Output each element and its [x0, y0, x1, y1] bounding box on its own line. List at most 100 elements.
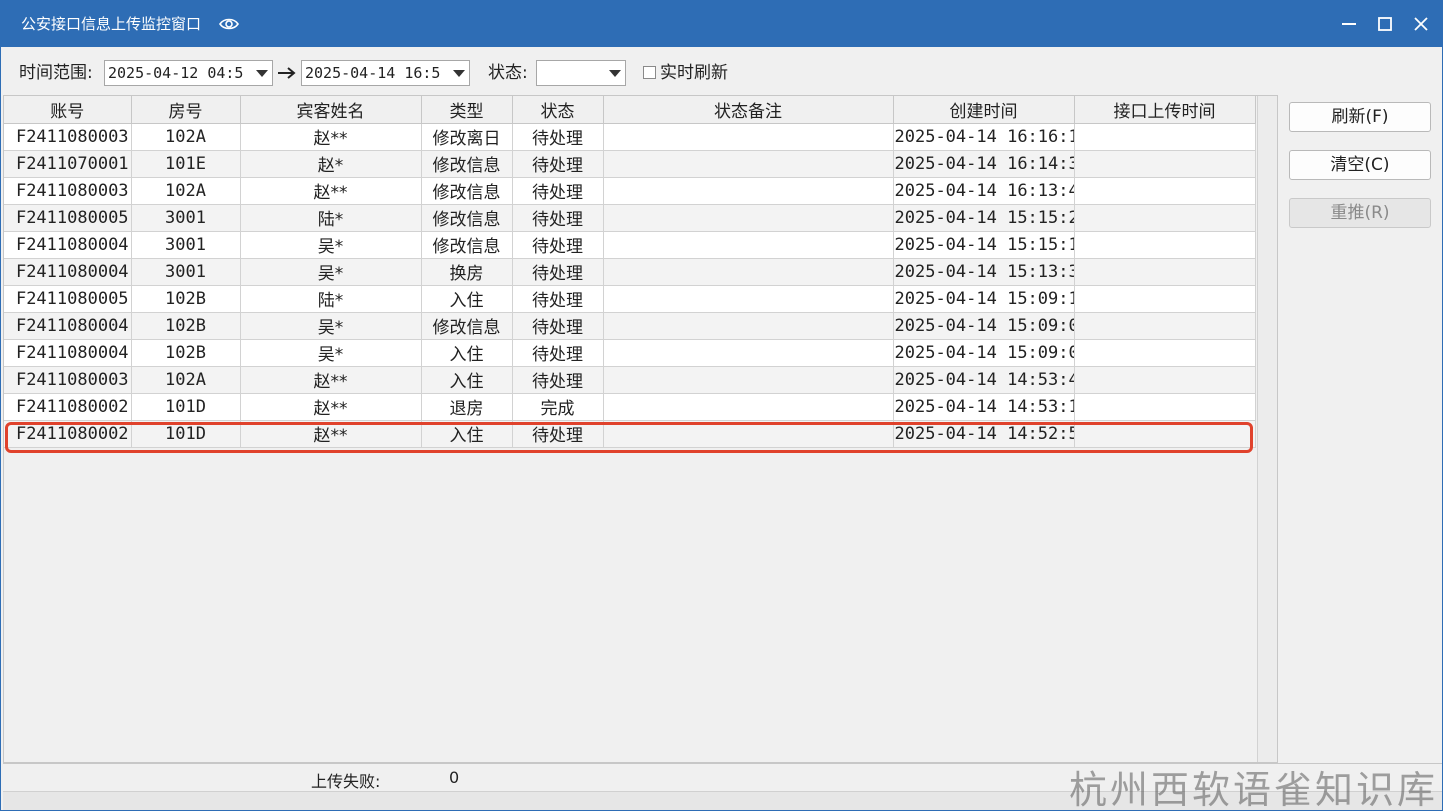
table-row[interactable]: F2411080003 102A 赵** 入住 待处理 2025-04-14 14:53:… [4, 366, 1256, 394]
table-row[interactable]: F2411080004 102B 吴* 修改信息 待处理 2025-04-14 15:09… [4, 312, 1256, 340]
cell-room: 102A [131, 123, 241, 151]
cell-type: 换房 [421, 258, 513, 286]
cell-account: F2411080003 [4, 366, 132, 394]
horizontal-scrollbar[interactable] [3, 791, 1442, 810]
chevron-down-icon[interactable] [609, 70, 621, 77]
cell-account: F2411080004 [4, 258, 132, 286]
cell-upload-time [1074, 150, 1256, 178]
cell-status: 待处理 [512, 123, 604, 151]
cell-created-time: 2025-04-14 14:53:42 [893, 366, 1075, 394]
chevron-down-icon[interactable] [453, 70, 465, 77]
time-range-label: 时间范围: [19, 63, 93, 83]
cell-account: F2411080005 [4, 204, 132, 232]
cell-upload-time [1074, 258, 1256, 286]
cell-status: 待处理 [512, 366, 604, 394]
cell-created-time: 2025-04-14 15:15:29 [893, 204, 1075, 232]
time-to-picker[interactable]: 2025-04-14 16:5 [301, 60, 470, 86]
table-row[interactable]: F2411080004 102B 吴* 入住 待处理 2025-04-14 15:09:0… [4, 339, 1256, 367]
cell-upload-time [1074, 123, 1256, 151]
cell-status: 待处理 [512, 285, 604, 313]
table-row[interactable]: F2411080004 3001 吴* 修改信息 待处理 2025-04-14 15:15… [4, 231, 1256, 259]
title-bar[interactable]: 公安接口信息上传监控窗口 [1, 1, 1442, 47]
cell-created-time: 2025-04-14 15:13:39 [893, 258, 1075, 286]
table-row[interactable]: F2411080003 102A 赵** 修改离日 待处理 2025-04-14 16:1… [4, 123, 1256, 151]
clear-button[interactable]: 清空(C) [1289, 150, 1431, 180]
cell-status-note [603, 150, 894, 178]
cell-status-note [603, 258, 894, 286]
maximize-button[interactable] [1371, 11, 1399, 37]
cell-account: F2411080005 [4, 285, 132, 313]
cell-status-note [603, 312, 894, 340]
cell-created-time: 2025-04-14 15:09:07 [893, 312, 1075, 340]
cell-guest-name: 吴* [240, 231, 422, 259]
cell-upload-time [1074, 312, 1256, 340]
cell-type: 入住 [421, 420, 513, 448]
table-row[interactable]: F2411070001 101E 赵* 修改信息 待处理 2025-04-14 16:14… [4, 150, 1256, 178]
cell-status: 待处理 [512, 231, 604, 259]
cell-type: 修改离日 [421, 123, 513, 151]
table-row[interactable]: F2411080003 102A 赵** 修改信息 待处理 2025-04-14 16:1… [4, 177, 1256, 205]
column-header-room[interactable]: 房号 [131, 96, 241, 124]
cell-status: 待处理 [512, 204, 604, 232]
eye-icon[interactable] [219, 16, 239, 32]
cell-status-note [603, 339, 894, 367]
column-header-guest-name[interactable]: 宾客姓名 [240, 96, 422, 124]
cell-room: 101D [131, 420, 241, 448]
cell-type: 修改信息 [421, 231, 513, 259]
filter-bar: 时间范围: 2025-04-12 04:5 2025-04-14 16:5 状态… [1, 47, 1442, 95]
column-header-created-time[interactable]: 创建时间 [893, 96, 1075, 124]
cell-created-time: 2025-04-14 16:16:10 [893, 123, 1075, 151]
cell-guest-name: 赵** [240, 177, 422, 205]
status-bar: 上传失败: 0 [3, 763, 1442, 791]
table-row[interactable]: F2411080004 3001 吴* 换房 待处理 2025-04-14 15:13:3… [4, 258, 1256, 286]
cell-status-note [603, 393, 894, 421]
cell-guest-name: 吴* [240, 312, 422, 340]
arrow-right-icon [277, 65, 297, 79]
table-row[interactable]: F2411080005 102B 陆* 入住 待处理 2025-04-14 15:09:1… [4, 285, 1256, 313]
cell-created-time: 2025-04-14 15:15:14 [893, 231, 1075, 259]
vertical-scrollbar[interactable] [1257, 96, 1277, 762]
column-header-status-note[interactable]: 状态备注 [603, 96, 894, 124]
cell-guest-name: 赵** [240, 366, 422, 394]
cell-room: 102B [131, 285, 241, 313]
cell-status: 待处理 [512, 312, 604, 340]
cell-status-note [603, 204, 894, 232]
cell-upload-time [1074, 204, 1256, 232]
cell-status-note [603, 285, 894, 313]
cell-account: F2411080003 [4, 123, 132, 151]
cell-type: 入住 [421, 285, 513, 313]
realtime-refresh-label[interactable]: 实时刷新 [660, 62, 728, 84]
column-header-status[interactable]: 状态 [512, 96, 604, 124]
refresh-button[interactable]: 刷新(F) [1289, 102, 1431, 132]
close-button[interactable] [1407, 11, 1435, 37]
chevron-down-icon[interactable] [256, 70, 268, 77]
column-header-upload-time[interactable]: 接口上传时间 [1074, 96, 1256, 124]
cell-upload-time [1074, 366, 1256, 394]
cell-type: 修改信息 [421, 177, 513, 205]
cell-created-time: 2025-04-14 16:14:36 [893, 150, 1075, 178]
cell-room: 3001 [131, 258, 241, 286]
cell-status-note [603, 231, 894, 259]
table-header-row: 账号 房号 宾客姓名 类型 状态 状态备注 创建时间 接口上传时间 [4, 96, 1256, 124]
upload-fail-label: 上传失败: [311, 772, 381, 791]
table-row[interactable]: F2411080002 101D 赵** 入住 待处理 2025-04-14 14:52:… [4, 420, 1256, 448]
column-header-type[interactable]: 类型 [421, 96, 513, 124]
time-from-picker[interactable]: 2025-04-12 04:5 [104, 60, 273, 86]
upload-fail-count: 0 [449, 768, 460, 787]
cell-room: 3001 [131, 231, 241, 259]
column-header-account[interactable]: 账号 [4, 96, 132, 124]
cell-guest-name: 陆* [240, 285, 422, 313]
cell-type: 退房 [421, 393, 513, 421]
realtime-refresh-checkbox[interactable] [643, 66, 656, 79]
table-row[interactable]: F2411080005 3001 陆* 修改信息 待处理 2025-04-14 15:15… [4, 204, 1256, 232]
time-from-value: 2025-04-12 04:5 [108, 64, 244, 82]
cell-upload-time [1074, 231, 1256, 259]
cell-status-note [603, 420, 894, 448]
minimize-button[interactable] [1335, 11, 1363, 37]
status-filter-select[interactable] [536, 60, 626, 86]
cell-status-note [603, 123, 894, 151]
cell-status: 待处理 [512, 150, 604, 178]
cell-upload-time [1074, 393, 1256, 421]
table-row[interactable]: F2411080002 101D 赵** 退房 完成 2025-04-14 14:53:1… [4, 393, 1256, 421]
cell-guest-name: 吴* [240, 258, 422, 286]
